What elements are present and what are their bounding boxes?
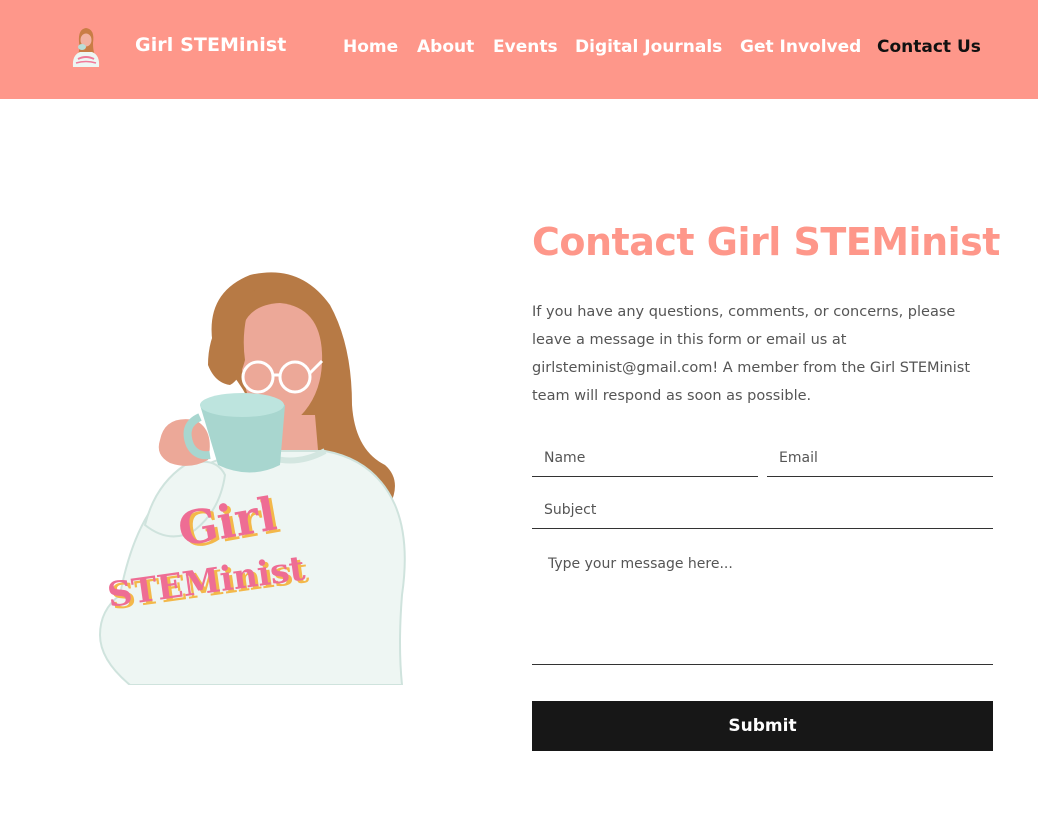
nav-digital-journals[interactable]: Digital Journals	[575, 37, 722, 57]
message-field[interactable]	[532, 545, 993, 665]
nav-home[interactable]: Home	[343, 37, 398, 57]
site-title[interactable]: Girl STEMinist	[135, 34, 286, 56]
submit-button[interactable]: Submit	[532, 701, 993, 751]
contact-intro-text: If you have any questions, comments, or …	[532, 304, 971, 404]
nav-about[interactable]: About	[417, 37, 474, 57]
name-field[interactable]	[532, 440, 758, 477]
girl-steminist-illustration: Girl Girl STEMinist STEMinist	[98, 272, 406, 685]
subject-field[interactable]	[532, 492, 993, 529]
email-field[interactable]	[767, 440, 993, 477]
nav-contact-us[interactable]: Contact Us	[877, 37, 981, 57]
nav-get-involved[interactable]: Get Involved	[740, 37, 861, 57]
logo-icon[interactable]	[66, 22, 106, 68]
nav-events[interactable]: Events	[493, 37, 558, 57]
site-header: Girl STEMinist Home About Events Digital…	[0, 0, 1038, 99]
contact-heading: Contact Girl STEMinist	[532, 220, 1000, 264]
